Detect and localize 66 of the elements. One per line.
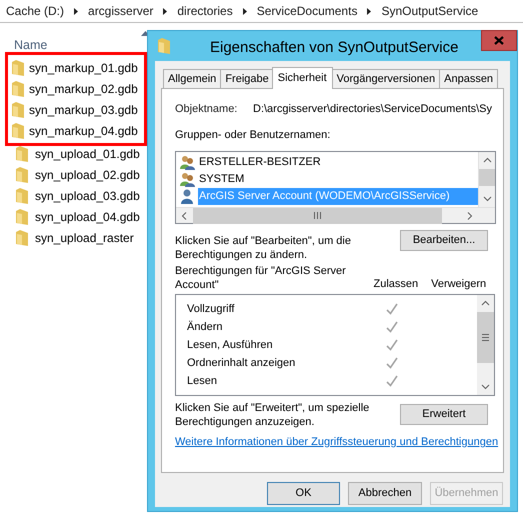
permission-name: Ändern (187, 320, 224, 335)
chevron-icon (242, 8, 247, 14)
permissions-label: Berechtigungen für "ArcGIS Server Account" (175, 264, 347, 292)
folder-icon (12, 102, 24, 118)
folder-icon (16, 208, 28, 224)
permission-name: Vollzugriff (187, 302, 236, 317)
chevron-icon (74, 8, 78, 14)
object-path: D:\arcgisserver\directories\ServiceDocuments\Sy (253, 102, 492, 117)
hint-text: Klicken Sie auf "Bearbeiten", um die Berechtigungen zu ändern. (175, 234, 352, 262)
horizontal-scrollbar[interactable] (176, 207, 495, 223)
folder-icon (12, 60, 24, 76)
breadcrumb-item[interactable]: arcgisserver (88, 2, 154, 20)
user-item[interactable]: SYSTEM (198, 171, 246, 188)
file-item[interactable]: syn_markup_01.gdb (8, 57, 144, 78)
folder-icon (16, 188, 28, 204)
close-button[interactable] (481, 30, 517, 51)
breadcrumb-item[interactable]: SynOutputService (381, 2, 478, 20)
advanced-button[interactable]: Erweitert (400, 404, 488, 425)
tab[interactable]: Allgemein (163, 69, 222, 88)
column-header: Zulassen (372, 276, 420, 292)
file-item[interactable]: syn_upload_02.gdb (8, 164, 147, 185)
permission-name: Lesen, Ausführen (187, 338, 274, 353)
tab[interactable]: Anpassen (439, 69, 498, 88)
breadcrumb-item[interactable]: Cache (D:) (6, 2, 64, 20)
file-item[interactable]: syn_upload_04.gdb (8, 206, 147, 227)
chevron-icon (163, 8, 168, 14)
dialog-button[interactable]: OK (267, 482, 340, 505)
user-group-icon (179, 172, 196, 187)
permission-name: Ordnerinhalt anzeigen (187, 356, 296, 371)
user-icon (179, 189, 196, 204)
grip-icon (314, 212, 321, 219)
field-label: Gruppen- oder Benutzernamen: (175, 129, 330, 141)
column-header[interactable]: Name (14, 36, 48, 55)
file-item[interactable]: syn_upload_01.gdb (8, 143, 147, 164)
vertical-scrollbar[interactable] (477, 295, 494, 395)
permission-name: Lesen (187, 374, 218, 389)
scroll-thumb[interactable] (477, 312, 494, 363)
help-link[interactable]: Weitere Informationen über Zugriffssteuerung und Berechtigungen (175, 435, 498, 449)
breadcrumb-item[interactable]: ServiceDocuments (256, 2, 358, 20)
folder-icon (158, 38, 170, 54)
edit-button[interactable]: Bearbeiten... (400, 230, 488, 251)
column-header: Verweigern (430, 276, 488, 292)
window-title: Eigenschaften von SynOutputService (210, 38, 458, 58)
breadcrumb-item[interactable]: directories (177, 2, 233, 20)
field-label: Objektname: (175, 102, 238, 117)
hint-text: Klicken Sie auf "Erweitert", um spezielle Berechtigungen anzuzeigen. (175, 401, 370, 429)
file-item[interactable]: syn_markup_04.gdb (8, 120, 144, 141)
folder-icon (12, 122, 24, 138)
close-icon (494, 36, 504, 45)
folder-icon (16, 166, 28, 182)
vertical-scrollbar[interactable] (478, 152, 495, 207)
file-item[interactable]: syn_markup_03.gdb (8, 99, 144, 120)
scroll-thumb[interactable] (193, 208, 442, 224)
dialog-button[interactable]: Abbrechen (348, 482, 422, 505)
file-item[interactable]: syn_upload_raster (8, 227, 147, 248)
file-item[interactable]: syn_upload_03.gdb (8, 185, 147, 206)
scroll-thumb[interactable] (479, 169, 495, 186)
grip-icon (482, 334, 489, 341)
tab[interactable]: Sicherheit (272, 67, 333, 89)
user-item[interactable]: ERSTELLER-BESITZER (198, 154, 322, 171)
file-item[interactable]: syn_markup_02.gdb (8, 78, 144, 99)
folder-icon (16, 230, 28, 246)
folder-icon (12, 80, 24, 96)
user-group-icon (179, 155, 196, 170)
folder-icon (16, 146, 28, 162)
chevron-icon (367, 8, 372, 14)
